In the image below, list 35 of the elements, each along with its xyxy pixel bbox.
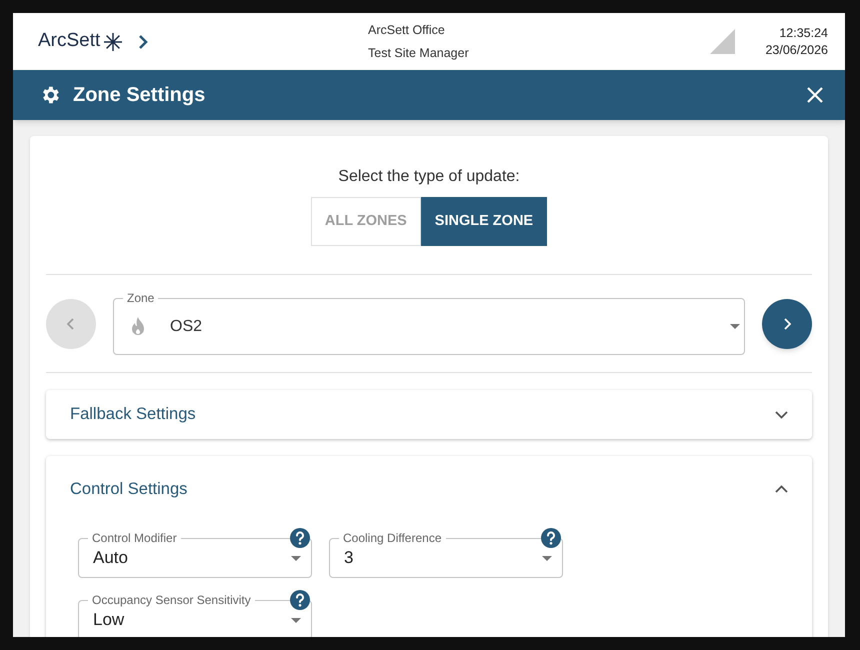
update-type-toggle[interactable]: SINGLE ZONE: [420, 197, 548, 246]
field-value: Auto: [93, 547, 128, 570]
site-name: ArcSett Office: [368, 22, 446, 39]
user-role: Test Site Manager: [368, 44, 469, 62]
page-title: Zone Settings: [73, 83, 206, 108]
update-type-prompt: Select the type of update:: [338, 167, 520, 187]
field-value: 3: [344, 547, 354, 570]
zone-value: OS2: [170, 316, 204, 336]
panel-title[interactable]: Fallback Settings: [70, 402, 196, 427]
chevron-right-icon[interactable]: [138, 34, 148, 50]
close-icon[interactable]: [807, 87, 823, 103]
help-icon[interactable]: [290, 528, 310, 548]
field-value: Low: [93, 609, 124, 632]
clock-date: 23/06/2026: [765, 42, 828, 58]
flame-icon: [130, 316, 146, 336]
help-icon[interactable]: [290, 590, 310, 610]
chevron-left-icon: [67, 318, 75, 330]
next-zone-button[interactable]: [762, 298, 812, 348]
dropdown-caret-icon: [730, 324, 740, 329]
field-label: Control Modifier: [88, 532, 181, 544]
dropdown-caret-icon: [542, 556, 552, 560]
chevron-up-icon[interactable]: [775, 485, 788, 493]
signal-icon: [710, 29, 736, 54]
logo-text: ArcSett: [38, 29, 100, 54]
dropdown-caret-icon: [291, 556, 301, 560]
field-label: Cooling Difference: [339, 532, 446, 544]
field-label: Occupancy Sensor Sensitivity: [88, 594, 255, 606]
clock-time: 12:35:24: [779, 24, 828, 42]
field-label: Zone: [123, 292, 158, 304]
asterisk-logo-icon: [104, 32, 122, 50]
dropdown-caret-icon: [291, 618, 301, 622]
panel-title[interactable]: Control Settings: [70, 476, 188, 502]
chevron-right-icon: [783, 318, 791, 330]
help-icon[interactable]: [541, 528, 561, 548]
chevron-down-icon[interactable]: [775, 410, 788, 418]
